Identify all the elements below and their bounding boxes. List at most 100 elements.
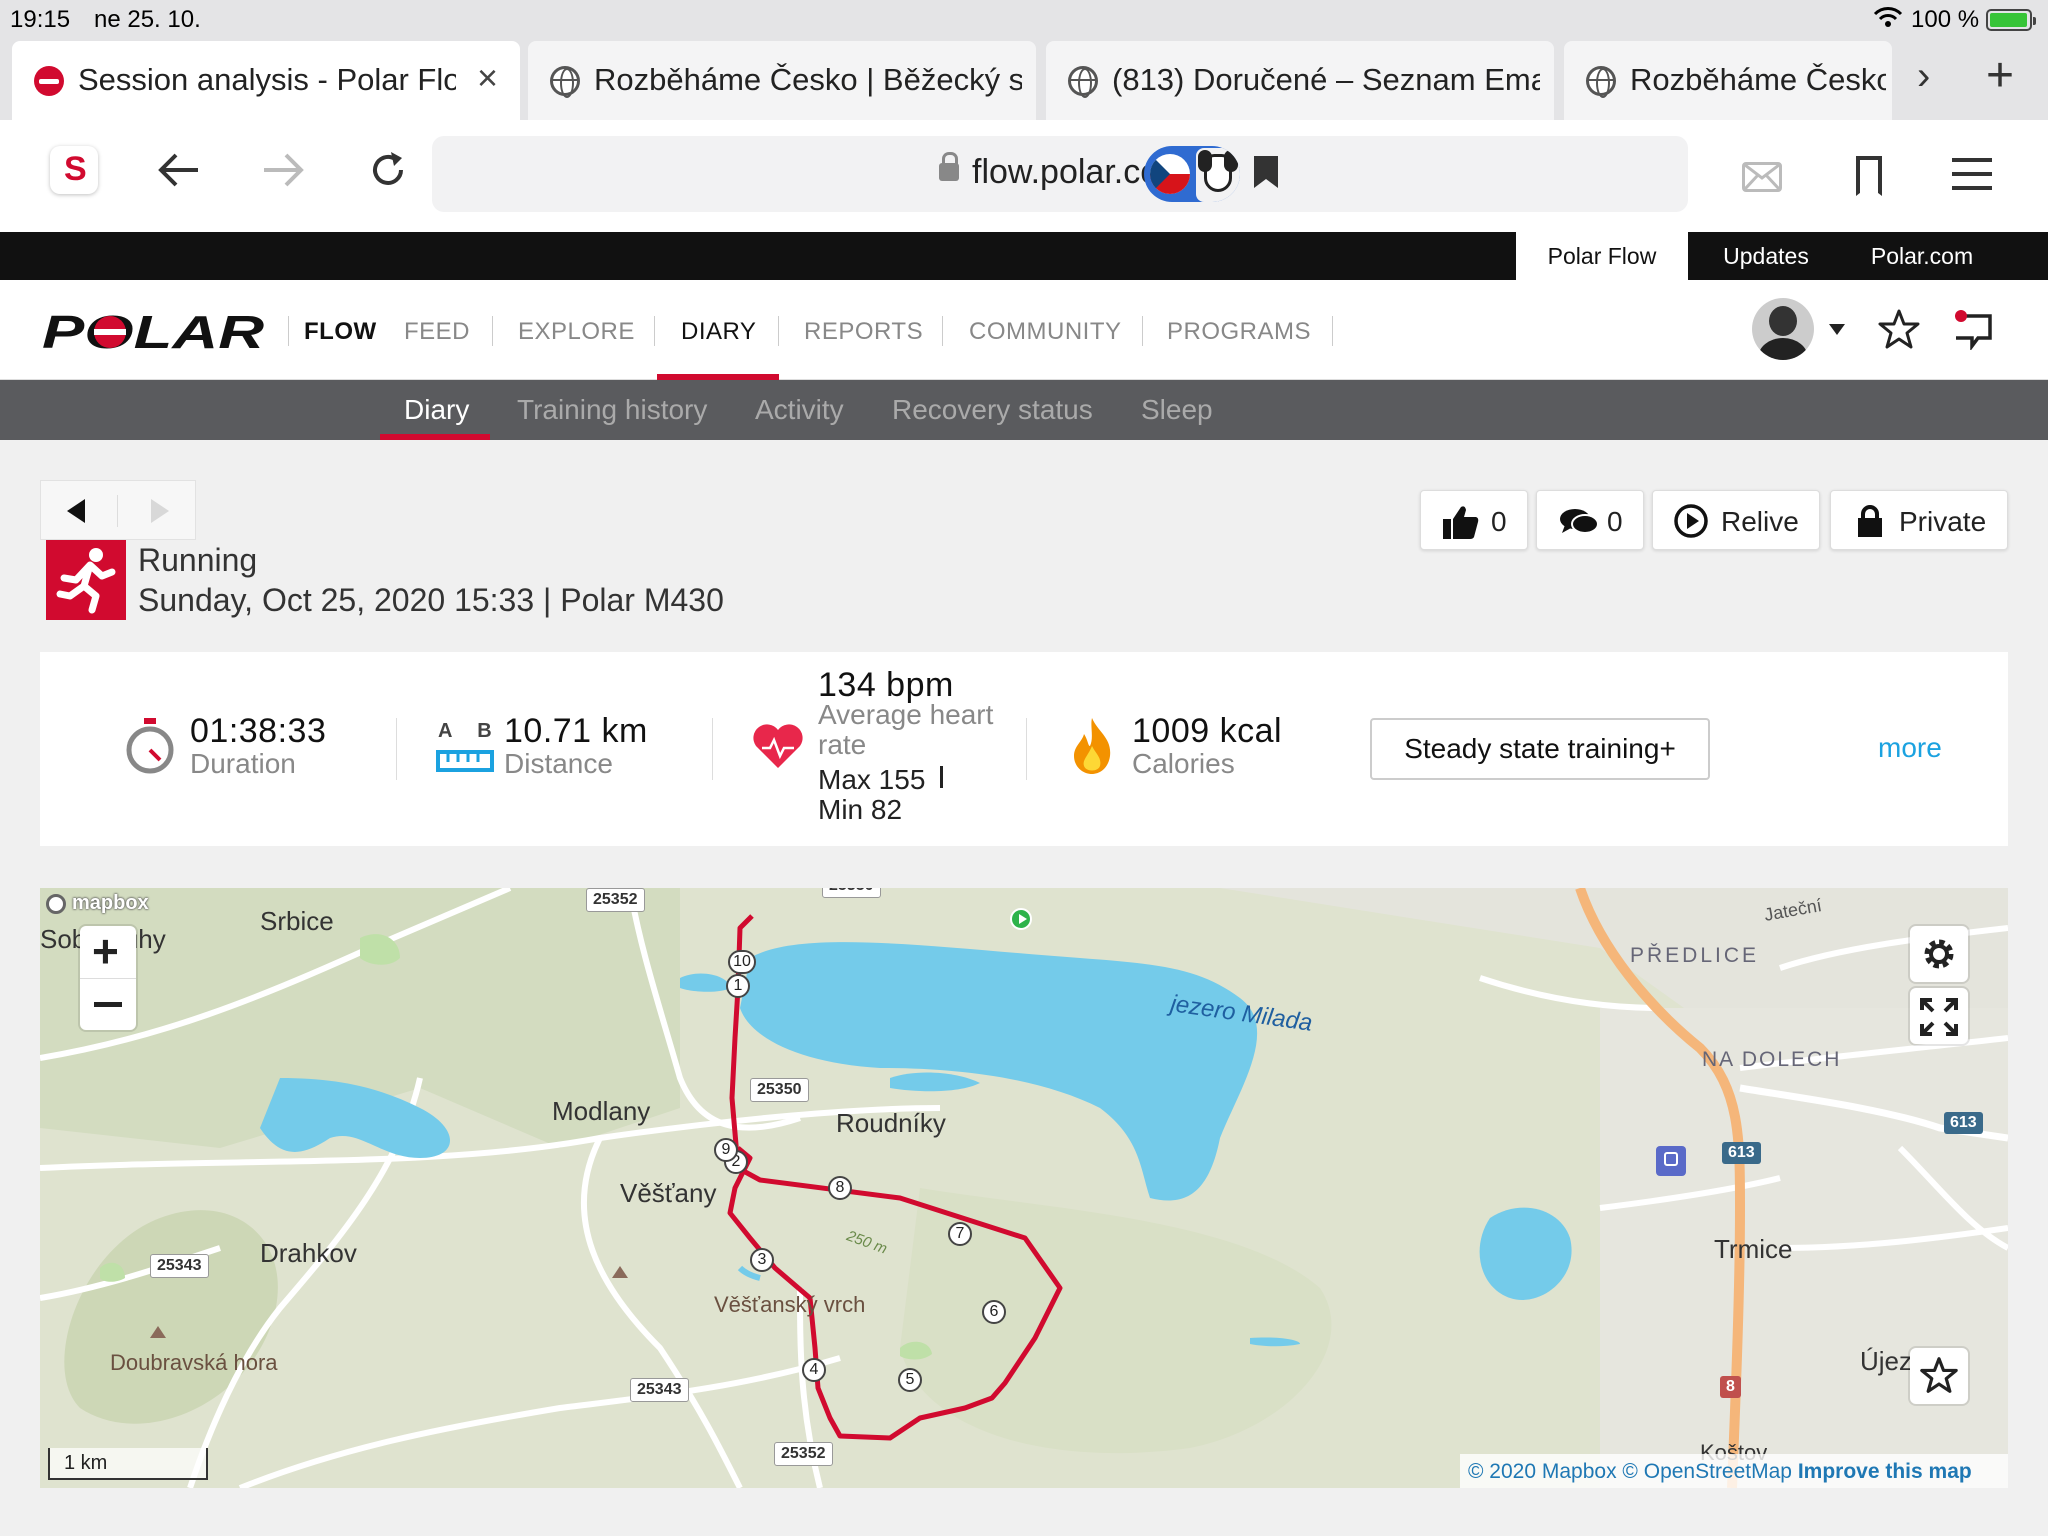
session-summary-card: 01:38:33 Duration A B 10.71 km Distance … [40, 652, 2008, 846]
address-bar[interactable]: flow.polar.com [432, 136, 1688, 212]
chevron-right-icon[interactable]: › [1917, 54, 1930, 99]
previous-session-icon[interactable] [67, 499, 85, 523]
lap-marker[interactable]: 10 [728, 950, 756, 974]
subnav-diary[interactable]: Diary [404, 394, 469, 426]
lap-marker[interactable]: 3 [750, 1248, 774, 1272]
tab-rozbehame-2[interactable]: Rozběháme Česko [1564, 41, 1892, 120]
lap-marker[interactable]: 5 [898, 1368, 922, 1392]
calories-value: 1009 kcal [1132, 712, 1283, 750]
improve-map-link[interactable]: Improve this map [1798, 1460, 1972, 1483]
lap-marker[interactable]: 6 [982, 1300, 1006, 1324]
privacy-button[interactable]: Private [1830, 490, 2008, 550]
distance-ruler-icon: A B [436, 720, 494, 776]
comments-button[interactable]: 0 [1536, 490, 1644, 550]
nav-feed[interactable]: FEED [404, 318, 470, 346]
training-benefit-button[interactable]: Steady state training+ [1370, 718, 1710, 780]
lap-marker[interactable]: 7 [948, 1222, 972, 1246]
link-updates[interactable]: Updates [1688, 232, 1844, 280]
map-favorite-button[interactable] [1910, 1348, 1968, 1404]
globe-icon [1586, 66, 1616, 98]
link-polar-com[interactable]: Polar.com [1844, 232, 2000, 280]
road-number: 25343 [630, 1378, 689, 1402]
flow-label[interactable]: FLOW [304, 318, 377, 346]
likes-count: 0 [1491, 506, 1507, 537]
nav-community[interactable]: COMMUNITY [969, 318, 1121, 346]
road-number: 25350 [822, 888, 881, 898]
polar-top-links: Polar Flow Updates Polar.com [0, 232, 2048, 280]
subnav-sleep[interactable]: Sleep [1141, 394, 1213, 426]
polar-main-nav: POLAR FLOW FEED EXPLORE DIARY REPORTS CO… [0, 280, 2048, 380]
like-button[interactable]: 0 [1420, 490, 1528, 550]
subnav-activity[interactable]: Activity [755, 394, 844, 426]
route-map[interactable]: 1 2 3 4 5 6 7 8 9 10 Srbice Sobědruhy Mo… [40, 888, 2008, 1488]
polar-logo[interactable]: POLAR [42, 306, 272, 358]
close-tab-icon[interactable]: × [477, 57, 498, 99]
fullscreen-button[interactable] [1910, 988, 1968, 1044]
forward-arrow-icon[interactable] [262, 150, 306, 198]
road-number: 25350 [750, 1078, 809, 1102]
tab-polar-flow[interactable]: Session analysis - Polar Flow × [12, 41, 520, 120]
lap-marker[interactable]: 8 [828, 1176, 852, 1200]
globe-icon [1068, 66, 1098, 98]
bookmarks-icon[interactable] [1856, 156, 1882, 196]
notifications-icon[interactable] [1952, 310, 1994, 355]
nav-explore[interactable]: EXPLORE [518, 318, 635, 346]
polar-icon [34, 66, 64, 96]
lap-marker[interactable]: 4 [802, 1358, 826, 1382]
road-number: 25343 [150, 1254, 209, 1278]
min-heart-rate: Min 82 [818, 794, 903, 825]
train-station-icon [1656, 1146, 1686, 1176]
mail-icon[interactable] [1742, 162, 1782, 192]
reload-icon[interactable] [368, 150, 408, 198]
map-settings-button[interactable] [1910, 926, 1968, 982]
zoom-controls: + [80, 924, 136, 1030]
subnav-training-history[interactable]: Training history [517, 394, 707, 426]
status-date: ne 25. 10. [94, 6, 201, 33]
relive-button[interactable]: Relive [1652, 490, 1820, 550]
avg-heart-rate-label: Average heart rate [818, 699, 994, 760]
back-arrow-icon[interactable] [156, 150, 200, 198]
dog-mascot-toggle[interactable] [1144, 146, 1240, 202]
nav-reports[interactable]: REPORTS [804, 318, 923, 346]
road-number: 25352 [774, 1442, 833, 1466]
road-number: 613 [1722, 1142, 1761, 1164]
calories-label: Calories [1132, 748, 1235, 779]
link-polar-flow[interactable]: Polar Flow [1516, 232, 1688, 280]
expand-icon [1920, 998, 1958, 1041]
road-number: 613 [1944, 1112, 1983, 1134]
menu-icon[interactable] [1952, 158, 1992, 190]
lap-marker[interactable]: 1 [726, 974, 750, 998]
place-label: Srbice [260, 906, 334, 936]
road-number: 25352 [586, 888, 645, 912]
star-icon[interactable] [1878, 308, 1920, 355]
nav-diary[interactable]: DIARY [681, 318, 756, 346]
subnav-recovery-status[interactable]: Recovery status [892, 394, 1093, 426]
nav-programs[interactable]: PROGRAMS [1167, 318, 1311, 346]
new-tab-plus-icon[interactable]: + [1986, 48, 2014, 103]
lock-icon [939, 152, 959, 181]
road-number: 8 [1720, 1376, 1741, 1398]
gear-icon [1919, 934, 1959, 979]
lap-marker[interactable]: 9 [714, 1138, 738, 1162]
mapbox-attribution-link[interactable]: © 2020 Mapbox [1468, 1460, 1617, 1483]
tab-rozbehame-1[interactable]: Rozběháme Česko | Běžecký s... [528, 41, 1036, 120]
next-session-icon[interactable] [151, 499, 169, 523]
browser-toolbar: S flow.polar.com [0, 120, 2048, 232]
tab-seznam-email[interactable]: (813) Doručené – Seznam Email [1046, 41, 1554, 120]
bookmark-star-icon[interactable] [1254, 156, 1278, 188]
seznam-browser-icon[interactable]: S [50, 146, 98, 194]
avatar[interactable] [1752, 298, 1814, 360]
zoom-in-icon[interactable]: + [92, 924, 119, 978]
running-sport-icon [46, 540, 126, 620]
osm-attribution-link[interactable]: © OpenStreetMap [1622, 1460, 1792, 1483]
wifi-icon [1873, 6, 1903, 28]
zoom-out-icon[interactable] [94, 1002, 122, 1007]
scale-label: 1 km [64, 1452, 108, 1474]
tab-title: Rozběháme Česko [1630, 62, 1886, 97]
duration-value: 01:38:33 [190, 712, 327, 750]
map-scale: 1 km [48, 1448, 208, 1480]
more-link[interactable]: more [1878, 732, 1942, 764]
globe-icon [550, 66, 580, 98]
chevron-down-icon[interactable] [1829, 324, 1845, 335]
place-label: Roudníky [836, 1108, 946, 1138]
